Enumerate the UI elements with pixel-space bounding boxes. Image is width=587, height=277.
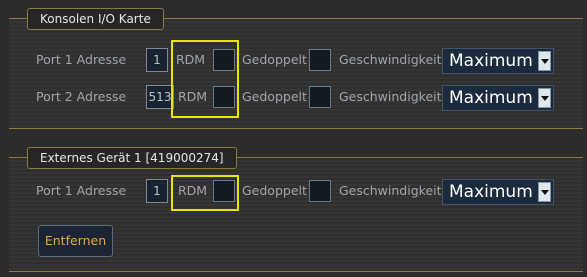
port-1-address-label: Port 1 Adresse xyxy=(36,52,127,67)
port-1-speed-select[interactable]: Maximum xyxy=(442,48,554,74)
port-2-duplicate-label: Gedoppelt xyxy=(242,89,307,104)
port-2-address-label: Port 2 Adresse xyxy=(36,89,127,104)
console-io-card-title: Konsolen I/O Karte xyxy=(27,8,164,30)
port-1-address-field[interactable]: 1 xyxy=(146,48,168,72)
port-1-speed-label: Geschwindigkeit xyxy=(339,52,442,67)
port-2-speed-value: Maximum xyxy=(449,88,533,108)
ext-port-1-row: Port 1 Adresse 1 RDM Gedoppelt Geschwind… xyxy=(36,179,556,205)
ext-port-1-address-label: Port 1 Adresse xyxy=(36,183,127,198)
port-2-duplicate-checkbox[interactable] xyxy=(309,86,331,108)
ext-port-1-speed-label: Geschwindigkeit xyxy=(339,183,442,198)
ext-port-1-duplicate-checkbox[interactable] xyxy=(309,180,331,202)
ext-port-1-speed-value: Maximum xyxy=(449,182,533,202)
ext-port-1-speed-select[interactable]: Maximum xyxy=(442,179,554,205)
chevron-down-icon[interactable] xyxy=(538,88,551,108)
ext-port-1-address-field[interactable]: 1 xyxy=(146,179,168,203)
port-2-row: Port 2 Adresse 513 RDM Gedoppelt Geschwi… xyxy=(36,85,556,111)
chevron-down-icon[interactable] xyxy=(538,51,551,71)
port-2-speed-label: Geschwindigkeit xyxy=(339,89,442,104)
port-2-speed-select[interactable]: Maximum xyxy=(442,85,554,111)
console-io-card-panel: Konsolen I/O Karte Port 1 Adresse 1 RDM … xyxy=(9,8,583,129)
port-1-duplicate-checkbox[interactable] xyxy=(309,49,331,71)
port-1-row: Port 1 Adresse 1 RDM Gedoppelt Geschwind… xyxy=(36,48,556,74)
port-1-duplicate-label: Gedoppelt xyxy=(242,52,307,67)
ext-port-1-duplicate-label: Gedoppelt xyxy=(242,183,307,198)
remove-button[interactable]: Entfernen xyxy=(38,225,113,257)
chevron-down-icon[interactable] xyxy=(538,182,551,202)
port-1-speed-value: Maximum xyxy=(449,51,533,71)
rdm-highlight-box xyxy=(171,40,239,118)
external-device-title: Externes Gerät 1 [419000274] xyxy=(27,147,237,169)
port-2-address-field[interactable]: 513 xyxy=(146,85,174,109)
rdm-highlight-box xyxy=(171,175,239,211)
